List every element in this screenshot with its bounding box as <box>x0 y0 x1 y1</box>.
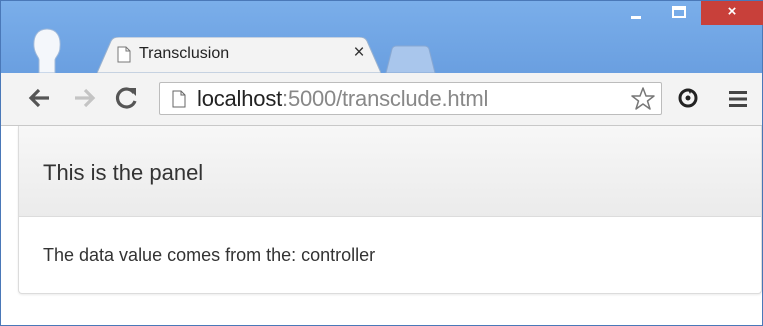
browser-window: Transclusion × × localhost:5000/transclu… <box>0 0 763 326</box>
tab-close-icon[interactable]: × <box>349 42 369 64</box>
url-path: :5000/transclude.html <box>282 86 489 111</box>
minimize-button[interactable] <box>621 1 651 25</box>
new-tab-button[interactable] <box>382 45 438 73</box>
panel-heading: This is the panel <box>19 126 761 217</box>
url-text[interactable]: localhost:5000/transclude.html <box>197 86 488 112</box>
tab-transclusion[interactable]: Transclusion × <box>97 37 381 73</box>
panel-title: This is the panel <box>43 160 204 185</box>
browser-toolbar: localhost:5000/transclude.html <box>1 73 762 126</box>
page-content: This is the panel The data value comes f… <box>1 126 762 325</box>
minimize-icon <box>631 16 641 19</box>
page-icon <box>172 90 186 108</box>
address-bar[interactable]: localhost:5000/transclude.html <box>159 82 662 115</box>
panel-body-text: The data value comes from the: controlle… <box>43 245 376 265</box>
profile-avatar-icon[interactable] <box>29 27 65 73</box>
close-icon: × <box>727 3 737 20</box>
page-icon <box>117 46 131 63</box>
menu-icon[interactable] <box>727 89 749 109</box>
panel: This is the panel The data value comes f… <box>18 126 762 294</box>
tab-title: Transclusion <box>139 45 230 62</box>
extension-icon[interactable] <box>677 87 699 109</box>
star-icon[interactable] <box>630 86 656 112</box>
forward-arrow-icon[interactable] <box>71 85 97 111</box>
back-arrow-icon[interactable] <box>27 85 53 111</box>
title-bar: Transclusion × × <box>1 1 763 73</box>
window-close-button[interactable]: × <box>701 1 763 25</box>
maximize-icon <box>672 6 686 18</box>
url-host: localhost <box>197 86 283 111</box>
reload-icon[interactable] <box>114 85 140 111</box>
maximize-button[interactable] <box>663 1 695 25</box>
